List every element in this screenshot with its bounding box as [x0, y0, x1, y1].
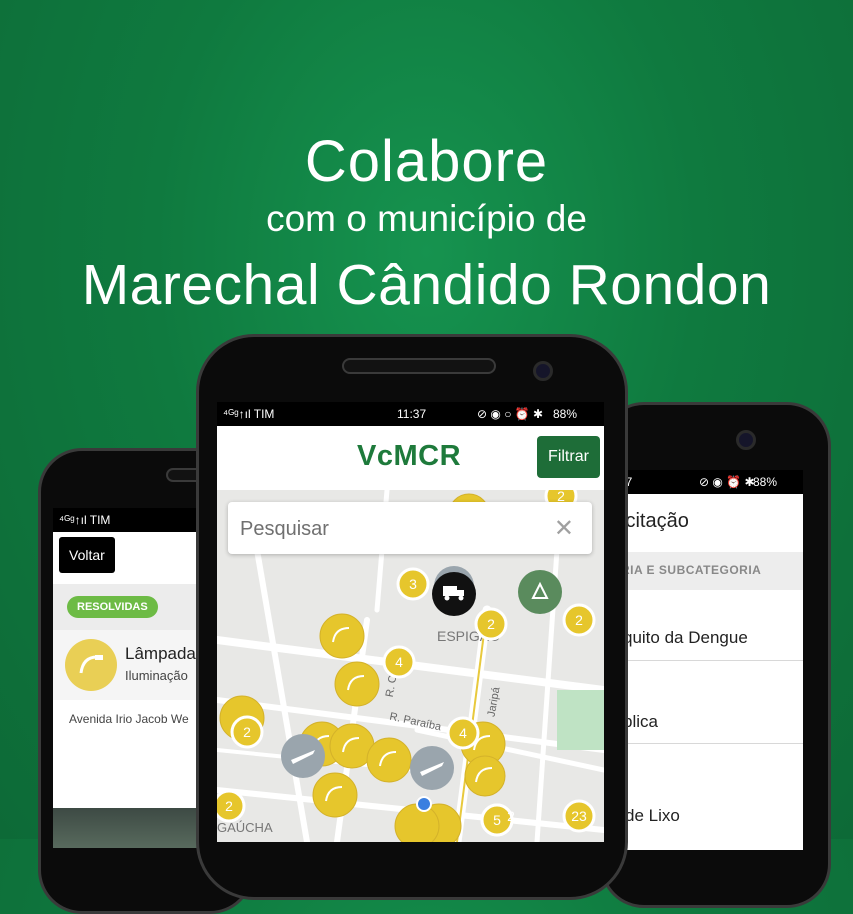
cluster-count[interactable]: 2: [221, 798, 237, 814]
headline-subtitle: com o município de: [266, 198, 587, 239]
status-bar: ⁴ᴳᵍ↑ıl TIM 11:37 ⊘ ◉ ○ ⏰ ✱ 88%: [217, 402, 604, 426]
search-bar: ✕: [228, 502, 592, 554]
status-icons: ⊘ ◉ ⏰ ✱: [699, 475, 755, 489]
headline-title: Colabore: [304, 129, 549, 194]
carrier-label: ⁴ᴳᵍ↑ıl TIM: [223, 407, 275, 421]
item-title: Lâmpada: [125, 644, 196, 663]
center-phone-speaker: [342, 358, 496, 374]
app-logo: VcMCR: [357, 440, 462, 472]
status-bar: 37 ⊘ ◉ ⏰ ✱ 88%: [613, 470, 803, 494]
clock: 11:37: [397, 407, 427, 421]
filter-button[interactable]: Filtrar: [537, 436, 600, 478]
cluster-count[interactable]: 2: [483, 616, 499, 632]
back-button[interactable]: Voltar: [59, 537, 115, 573]
headline-city: Marechal Cândido Rondon: [81, 253, 772, 317]
category-item-dengue[interactable]: quito da Dengue: [623, 628, 748, 648]
cluster-count[interactable]: 23: [567, 808, 591, 824]
battery-label: 88%: [753, 475, 778, 489]
item-category: Iluminação: [125, 668, 188, 683]
cluster-count[interactable]: 4: [455, 725, 471, 741]
right-phone-camera: [736, 430, 756, 450]
status-bar: ⁴ᴳᵍ↑ıl TIM: [53, 508, 203, 532]
cluster-count[interactable]: 2: [503, 808, 519, 824]
battery-label: 88%: [553, 407, 578, 421]
carrier-label: ⁴ᴳᵍ↑ıl TIM: [59, 513, 111, 527]
center-phone-screen: ⁴ᴳᵍ↑ıl TIM 11:37 ⊘ ◉ ○ ⏰ ✱ 88% VcMCR Fil…: [217, 402, 604, 842]
item-address: Avenida Irio Jacob We: [69, 712, 189, 726]
category-item-lixo[interactable]: de Lixo: [625, 806, 680, 826]
cluster-count[interactable]: 2: [239, 724, 255, 740]
center-phone-camera: [533, 361, 553, 381]
cluster-count[interactable]: 3: [405, 576, 421, 592]
resolved-badge[interactable]: RESOLVIDAS: [67, 596, 158, 618]
list-item[interactable]: [613, 590, 803, 661]
lamp-icon: [65, 639, 117, 691]
section-heading: RIA E SUBCATEGORIA: [621, 563, 762, 577]
item-photo: [53, 808, 203, 848]
search-input[interactable]: [238, 513, 532, 545]
cluster-count[interactable]: 2: [571, 612, 587, 628]
page-title: icitação: [621, 510, 689, 532]
category-item-publica[interactable]: blica: [623, 712, 658, 732]
cluster-count[interactable]: 4: [391, 654, 407, 670]
left-phone-screen: ⁴ᴳᵍ↑ıl TIM Voltar RESOLVIDAS Lâmpada Ilu…: [53, 508, 203, 848]
app-header: VcMCR Filtrar: [217, 426, 604, 490]
status-icons: ⊘ ◉ ○ ⏰ ✱: [477, 407, 544, 421]
right-phone-screen: 37 ⊘ ◉ ⏰ ✱ 88% icitação RIA E SUBCATEGOR…: [613, 470, 803, 850]
close-icon[interactable]: ✕: [554, 514, 574, 543]
